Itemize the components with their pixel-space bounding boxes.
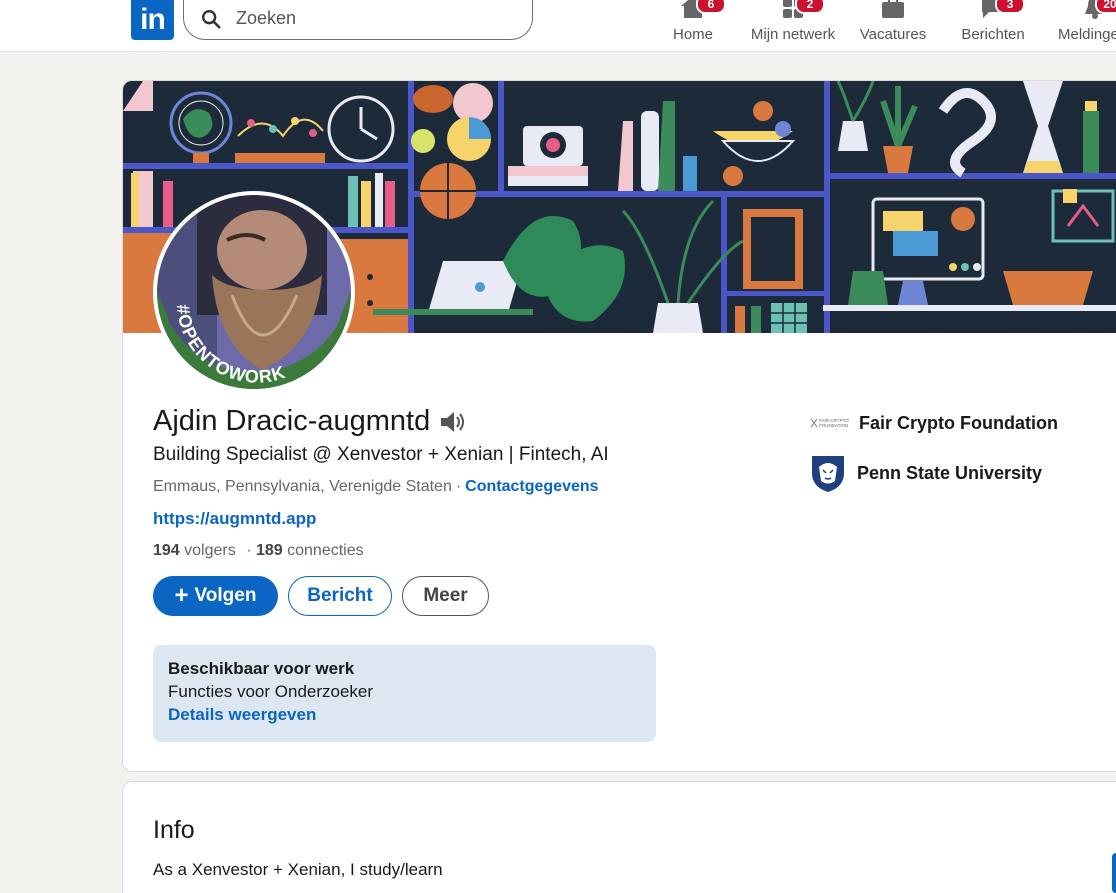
open-to-work-roles: Functies voor Onderzoeker	[168, 682, 374, 701]
profile-stats: 194 volgers · 189 connecties	[153, 542, 364, 560]
nav-label: Meldingen	[1058, 26, 1116, 43]
follow-button[interactable]: + Volgen	[153, 576, 278, 616]
fair-crypto-foundation-logo: FAIR CRYPTO FOUNDATION	[809, 411, 849, 435]
profile-name-row: Ajdin Dracic-augmntd	[153, 405, 466, 438]
profile-headline: Building Specialist @ Xenvestor + Xenian…	[153, 444, 609, 465]
nav-home[interactable]: 6 Home	[660, 0, 726, 52]
nav-jobs[interactable]: Vacatures	[856, 0, 930, 52]
about-title: Info	[153, 816, 195, 844]
open-to-work-title: Beschikbaar voor werk	[168, 659, 355, 678]
nav-notifications[interactable]: 20 Meldingen	[1055, 0, 1116, 52]
search-input[interactable]	[236, 8, 516, 29]
website-link[interactable]: https://augmntd.app	[153, 509, 316, 529]
followers-count: 194	[153, 542, 180, 559]
profile-card: #OPENTOWORK Ajdin Dracic-augmntd Buildin…	[122, 80, 1116, 772]
search-icon	[202, 9, 221, 29]
company-name: Fair Crypto Foundation	[859, 412, 1058, 433]
separator: ·	[246, 542, 252, 559]
search-box[interactable]	[183, 0, 533, 40]
current-company[interactable]: FAIR CRYPTO FOUNDATION Fair Crypto Found…	[809, 411, 1058, 435]
contact-info-link[interactable]: Contactgegevens	[465, 478, 598, 495]
about-text: As a Xenvestor + Xenian, I study/learn	[153, 860, 443, 879]
more-button[interactable]: Meer	[402, 576, 489, 616]
nav-label: Mijn netwerk	[750, 26, 836, 43]
open-to-work-box: Beschikbaar voor werk Functies voor Onde…	[153, 645, 656, 742]
nav-label: Home	[672, 26, 713, 43]
profile-location: Emmaus, Pennsylvania, Verenigde Staten	[153, 478, 452, 495]
speaker-icon[interactable]	[438, 409, 466, 435]
profile-photo[interactable]: #OPENTOWORK	[153, 191, 355, 393]
svg-text:FOUNDATION: FOUNDATION	[819, 423, 848, 428]
about-card: Info As a Xenvestor + Xenian, I study/le…	[122, 781, 1116, 893]
connections-label[interactable]: connecties	[287, 542, 364, 559]
open-to-work-details-link[interactable]: Details weergeven	[168, 705, 641, 725]
profile-location-row: Emmaus, Pennsylvania, Verenigde Staten · C…	[153, 478, 599, 496]
notification-badge: 2	[795, 0, 825, 14]
connections-count[interactable]: 189	[256, 542, 283, 559]
notification-badge: 3	[995, 0, 1025, 14]
avatar: #OPENTOWORK	[157, 195, 351, 390]
follow-label: Volgen	[194, 585, 257, 606]
notification-badge: 6	[696, 0, 726, 14]
top-navigation-bar: in 6 Home 2 Mijn netwerk Vacatures 3 Ber…	[0, 0, 1116, 52]
message-button[interactable]: Bericht	[288, 576, 392, 616]
nav-label: Berichten	[961, 26, 1025, 43]
education-school[interactable]: Penn State University	[809, 453, 1042, 493]
profile-name: Ajdin Dracic-augmntd	[153, 405, 431, 437]
nav-my-network[interactable]: 2 Mijn netwerk	[745, 0, 841, 52]
nav-messaging[interactable]: 3 Berichten	[955, 0, 1031, 52]
notification-badge: 20	[1095, 0, 1116, 14]
briefcase-icon	[882, 0, 904, 18]
followers-label: volgers	[184, 542, 236, 559]
messaging-tab-edge[interactable]	[1112, 853, 1116, 893]
school-name: Penn State University	[857, 462, 1043, 483]
plus-icon: +	[174, 582, 189, 609]
linkedin-logo[interactable]: in	[131, 0, 174, 40]
nav-label: Vacatures	[859, 26, 927, 43]
separator: ·	[455, 478, 462, 495]
penn-state-shield-icon	[812, 456, 844, 492]
